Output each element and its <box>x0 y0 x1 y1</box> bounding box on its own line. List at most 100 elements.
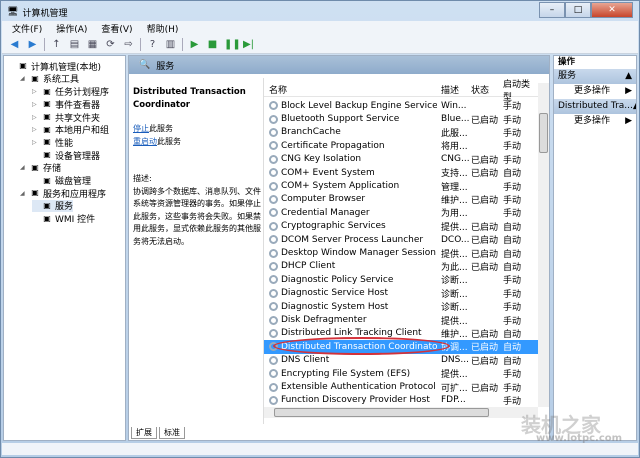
scroll-thumb[interactable] <box>539 113 548 153</box>
minimize-button[interactable]: – <box>539 2 565 18</box>
service-row[interactable]: Cryptographic Services 提供... 已启动 自动 <box>264 220 538 233</box>
tree-item[interactable]: ▣ 计算机管理(本地) <box>8 60 101 73</box>
tab-extended[interactable]: 扩展 <box>131 427 157 439</box>
service-row[interactable]: Diagnostic Policy Service 诊断... 手动 <box>264 273 538 286</box>
disk-icon: ▣ <box>43 175 51 185</box>
menu-file[interactable]: 文件(F) <box>12 22 42 35</box>
tab-standard[interactable]: 标准 <box>159 427 185 439</box>
expand-icon[interactable]: ▷ <box>32 139 39 146</box>
tree-item[interactable]: ◢ ▣ 服务和应用程序 <box>20 187 106 200</box>
service-row[interactable]: Distributed Transaction Coordinator 协调...… <box>264 337 538 356</box>
horizontal-scrollbar[interactable] <box>264 407 538 418</box>
toolbar-button[interactable]: ⟳ <box>104 38 117 51</box>
service-row[interactable]: Computer Browser 维护... 已启动 手动 <box>264 193 538 206</box>
service-status: 已启动 <box>471 249 499 260</box>
toolbar-button[interactable]: ? <box>146 38 159 51</box>
service-row[interactable]: COM+ System Application 管理... 手动 <box>264 179 538 193</box>
toolbar-button[interactable]: ⇨ <box>122 38 135 51</box>
actions-group-selected[interactable]: Distributed Tra...▲ <box>554 99 636 114</box>
service-row[interactable]: COM+ Event System 支持... 已启动 自动 <box>264 166 538 179</box>
navigation-tree: ▣ 计算机管理(本地) ◢ ▣ 系统工具 ▷ ▣ 任务计划程序 ▷ ▣ 事件查看器 ▷ ▣ 共享文件夹 ▷ ▣… <box>3 55 126 441</box>
tree-item[interactable]: ◢ ▣ 存储 <box>20 162 61 175</box>
close-button[interactable]: ✕ <box>591 2 633 18</box>
toolbar-button[interactable]: ▦ <box>86 38 99 51</box>
service-startup-type: 手动 <box>503 115 522 126</box>
expand-icon[interactable]: ◢ <box>20 190 27 197</box>
actions-group-services[interactable]: 服务 ▲ <box>554 69 636 84</box>
more-actions-selected[interactable]: 更多操作 ▶ <box>554 114 636 129</box>
expand-icon[interactable]: ▷ <box>32 88 39 95</box>
toolbar-button[interactable]: ↑ <box>50 38 63 51</box>
service-name: Computer Browser <box>281 194 366 205</box>
service-row[interactable]: Certificate Propagation 将用... 手动 <box>264 139 538 152</box>
maximize-button[interactable]: □ <box>565 2 591 18</box>
more-actions-services[interactable]: 更多操作 ▶ <box>554 84 636 99</box>
expand-icon[interactable]: ▷ <box>32 126 39 133</box>
tree-item[interactable]: ▷ ▣ 性能 <box>32 136 73 149</box>
toolbar-button[interactable]: ■ <box>206 38 219 51</box>
service-name: CNG Key Isolation <box>281 154 362 165</box>
menu-action[interactable]: 操作(A) <box>56 22 87 35</box>
column-name[interactable]: 名称 <box>269 83 287 96</box>
service-description: DNS... <box>441 355 469 366</box>
service-row[interactable]: DHCP Client 为此... 已启动 自动 <box>264 260 538 273</box>
service-row[interactable]: Desktop Window Manager Session Ma... 提供..… <box>264 246 538 260</box>
tree-item[interactable]: ▷ ▣ 事件查看器 <box>32 98 100 111</box>
service-row[interactable]: DNS Client DNS... 已启动 自动 <box>264 354 538 367</box>
service-description: 为此... <box>441 262 468 273</box>
service-gear-icon <box>269 127 278 137</box>
menu-help[interactable]: 帮助(H) <box>147 22 179 35</box>
restart-service-link[interactable]: 重启动 <box>133 137 157 146</box>
service-gear-icon <box>269 208 278 218</box>
toolbar-button[interactable]: ❚❚ <box>224 38 241 51</box>
service-row[interactable]: DCOM Server Process Launcher DCO... 已启动 自动 <box>264 233 538 246</box>
service-startup-type: 自动 <box>503 222 522 233</box>
tree-item[interactable]: ▷ ▣ 任务计划程序 <box>32 85 109 99</box>
service-row[interactable]: Extensible Authentication Protocol 可扩... 已… <box>264 380 538 394</box>
tree-item[interactable]: ▷ ▣ 共享文件夹 <box>32 111 100 124</box>
service-row[interactable]: Block Level Backup Engine Service Win... 手… <box>264 99 538 112</box>
toolbar-button[interactable]: ▥ <box>164 38 177 51</box>
service-row[interactable]: Function Discovery Provider Host FDP... 手动 <box>264 394 538 407</box>
service-description: 提供... <box>441 370 468 381</box>
service-row[interactable]: BranchCache 此服... 手动 <box>264 126 538 139</box>
tree-item[interactable]: ▣ 磁盘管理 <box>32 174 91 188</box>
service-name: COM+ System Application <box>281 181 400 192</box>
menu-view[interactable]: 查看(V) <box>101 22 132 35</box>
vertical-scrollbar[interactable] <box>538 83 549 407</box>
toolbar-button[interactable]: ▤ <box>68 38 81 51</box>
toolbar-button[interactable]: ▶ <box>26 38 39 51</box>
service-row[interactable]: CNG Key Isolation CNG... 已启动 手动 <box>264 153 538 166</box>
service-name: COM+ Event System <box>281 167 375 178</box>
stop-service-link[interactable]: 停止 <box>133 124 149 133</box>
service-row[interactable]: Credential Manager 为用... 手动 <box>264 206 538 219</box>
selected-service-name: Distributed Transaction Coordinator <box>133 87 246 110</box>
tree-item[interactable]: ▣ 设备管理器 <box>32 149 100 162</box>
column-description[interactable]: 描述 <box>441 83 459 96</box>
scroll-thumb[interactable] <box>274 408 489 417</box>
expand-icon[interactable]: ◢ <box>20 75 27 82</box>
service-row[interactable]: Bluetooth Support Service Blue... 已启动 手动 <box>264 112 538 126</box>
arrow-right-icon: ▶ <box>625 86 632 96</box>
device-icon: ▣ <box>43 150 51 160</box>
service-description: 提供... <box>441 249 468 260</box>
tree-item[interactable]: ▷ ▣ 本地用户和组 <box>32 124 109 137</box>
service-row[interactable]: Diagnostic Service Host 诊断... 手动 <box>264 287 538 300</box>
service-row[interactable]: Encrypting File System (EFS) 提供... 手动 <box>264 367 538 380</box>
expand-icon[interactable]: ▷ <box>32 101 39 108</box>
tree-item[interactable]: ▣ 服务 <box>32 199 74 212</box>
services-apps-icon: ▣ <box>31 188 39 198</box>
column-status[interactable]: 状态 <box>471 83 489 96</box>
expand-icon[interactable]: ◢ <box>20 164 27 171</box>
tree-item-label: 性能 <box>55 138 74 149</box>
expand-icon[interactable]: ▷ <box>32 114 39 121</box>
tree-item[interactable]: ▣ WMI 控件 <box>32 212 95 226</box>
service-row[interactable]: Disk Defragmenter 提供... 手动 <box>264 313 538 327</box>
toolbar-button[interactable]: ▶| <box>242 38 255 51</box>
status-bar <box>2 443 638 455</box>
service-startup-type: 手动 <box>503 289 522 300</box>
toolbar-button[interactable]: ◀ <box>8 38 21 51</box>
service-row[interactable]: Diagnostic System Host 诊断... 手动 <box>264 300 538 313</box>
tree-item[interactable]: ◢ ▣ 系统工具 <box>20 73 79 86</box>
toolbar-button[interactable]: ▶ <box>188 38 201 51</box>
